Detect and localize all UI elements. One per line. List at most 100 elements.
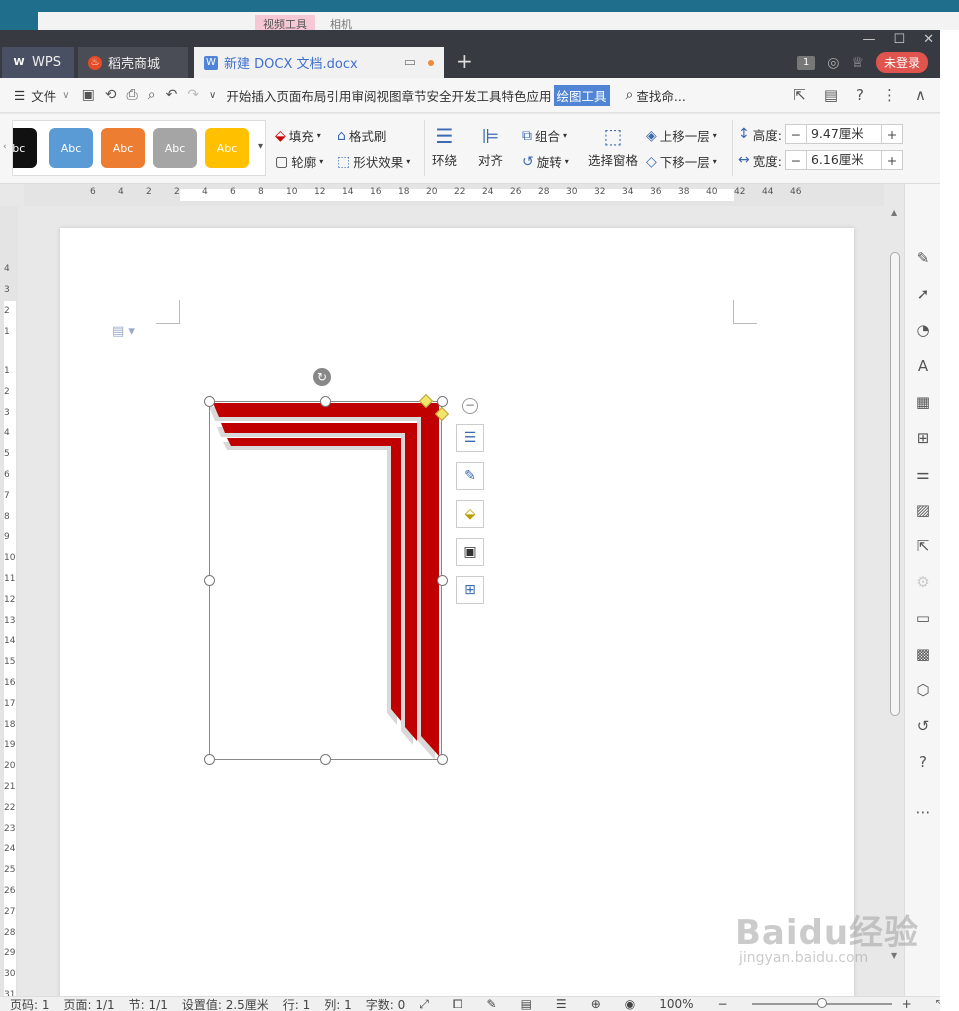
zoom-slider-thumb[interactable] bbox=[816, 998, 827, 1008]
width-input[interactable]: 6.16厘米 bbox=[805, 151, 882, 169]
horizontal-ruler[interactable]: 6 4 2 2 4 6 8 10 12 14 16 18 20 22 24 26 28 30 32 34 36 38 40 4… bbox=[24, 184, 884, 206]
outline-button[interactable]: ▢ 轮廓 ▾ bbox=[275, 152, 323, 171]
more-shape-tools-icon[interactable]: ⊞ bbox=[456, 576, 484, 604]
resize-handle-bottom[interactable] bbox=[320, 754, 331, 765]
minimize-icon[interactable]: — bbox=[862, 32, 875, 47]
fullscreen-icon[interactable]: ⤢ bbox=[419, 997, 429, 1011]
zoom-level[interactable]: 100% bbox=[659, 997, 693, 1011]
rotate-handle-icon[interactable]: ↻ bbox=[313, 368, 331, 386]
archive-icon[interactable]: ▭ bbox=[913, 608, 933, 628]
monitor-icon[interactable]: ▭ bbox=[404, 55, 416, 70]
rotate-button[interactable]: ↺ 旋转 ▾ bbox=[522, 152, 569, 171]
vertical-scrollbar[interactable]: ▲ ▼ bbox=[886, 206, 904, 996]
web-view-icon[interactable]: ⊕ bbox=[591, 997, 601, 1011]
zoom-out-icon[interactable]: − bbox=[718, 997, 728, 1011]
table-icon[interactable]: ▦ bbox=[913, 392, 933, 412]
scroll-up-icon[interactable]: ▲ bbox=[891, 208, 897, 217]
new-tab-button[interactable]: + bbox=[456, 49, 473, 73]
picture-icon[interactable]: ▩ bbox=[913, 644, 933, 664]
collapse-toolbar-icon[interactable]: − bbox=[462, 398, 478, 414]
menu-item-home[interactable]: 开始 bbox=[226, 85, 251, 106]
resize-handle-top[interactable] bbox=[320, 396, 331, 407]
print-preview-icon[interactable]: ⌕ bbox=[148, 87, 156, 103]
command-search[interactable]: ⌕ 查找命... bbox=[626, 86, 686, 105]
outline-view-icon[interactable]: ☰ bbox=[556, 997, 567, 1011]
menu-item-page-layout[interactable]: 页面布局 bbox=[276, 85, 326, 106]
page-view-icon[interactable]: ▤ bbox=[521, 997, 532, 1011]
pen-icon[interactable]: ✎ bbox=[456, 462, 484, 490]
pen-icon[interactable]: ✎ bbox=[913, 248, 933, 268]
shape-style-gold[interactable]: Abc bbox=[205, 128, 249, 168]
resize-handle-bottom-right[interactable] bbox=[437, 754, 448, 765]
redo-icon[interactable]: ↷ bbox=[187, 87, 199, 103]
fit-page-icon[interactable]: ⤡ bbox=[936, 997, 940, 1011]
paragraph-layout-icon[interactable]: ▤ ▾ bbox=[112, 324, 135, 339]
layout-options-icon[interactable]: ☰ bbox=[456, 424, 484, 452]
history-icon[interactable]: ↺ bbox=[913, 716, 933, 736]
wrap-button[interactable]: ☰ 环绕 bbox=[432, 124, 457, 169]
resize-handle-top-left[interactable] bbox=[204, 396, 215, 407]
more-icon[interactable]: ⋮ bbox=[882, 86, 897, 104]
file-menu[interactable]: ☰ 文件 ∨ bbox=[14, 86, 70, 105]
fill-button[interactable]: ⬙ 填充 ▾ bbox=[275, 126, 321, 145]
scrollbar-thumb[interactable] bbox=[890, 252, 900, 716]
shapes-icon[interactable]: ◔ bbox=[913, 320, 933, 340]
menu-item-chapter[interactable]: 章节 bbox=[401, 85, 426, 106]
height-decrease-button[interactable]: − bbox=[786, 127, 806, 142]
apps-grid-icon[interactable]: ⊞ bbox=[913, 428, 933, 448]
status-word-count[interactable]: 字数: 0 bbox=[366, 997, 406, 1011]
height-input[interactable]: 9.47厘米 bbox=[805, 125, 882, 143]
shape-style-black[interactable]: Abc bbox=[13, 128, 37, 168]
collapse-ribbon-icon[interactable]: ∧ bbox=[915, 86, 926, 104]
document-page[interactable]: ▤ ▾ ↻ − ☰ ✎ ⬙ ▣ ⊞ bbox=[60, 228, 854, 996]
shape-style-gray[interactable]: Abc bbox=[153, 128, 197, 168]
status-setting[interactable]: 设置值: 2.5厘米 bbox=[182, 997, 269, 1011]
height-increase-button[interactable]: + bbox=[882, 127, 902, 142]
vertical-ruler[interactable]: 4 3 2 1 1 2 3 4 5 6 7 8 9 10 11 12 13 14 15 16 17 18 19 20 21 22 2… bbox=[0, 206, 18, 1000]
fill-bucket-icon[interactable]: ⬙ bbox=[456, 500, 484, 528]
menu-item-developer[interactable]: 开发工具 bbox=[452, 85, 502, 106]
width-decrease-button[interactable]: − bbox=[786, 153, 806, 168]
shirt-icon[interactable]: ♕ bbox=[851, 55, 864, 71]
send-backward-button[interactable]: ◇ 下移一层 ▾ bbox=[646, 152, 717, 171]
shape-effect-button[interactable]: ⬚ 形状效果 ▾ bbox=[337, 152, 410, 171]
status-section[interactable]: 节: 1/1 bbox=[129, 997, 168, 1011]
menu-item-special-apps[interactable]: 特色应用 bbox=[502, 85, 552, 106]
status-page-number[interactable]: 页码: 1 bbox=[10, 997, 50, 1011]
save-icon[interactable]: ▣ bbox=[82, 87, 95, 103]
align-button[interactable]: ⊫ 对齐 bbox=[478, 124, 503, 169]
menu-item-drawing-tools[interactable]: 绘图工具 bbox=[553, 84, 610, 106]
shape-style-orange[interactable]: Abc bbox=[101, 128, 145, 168]
help-icon[interactable]: ? bbox=[856, 86, 864, 104]
write-mode-icon[interactable]: ✎ bbox=[487, 997, 497, 1011]
adjust-icon[interactable]: ⚌ bbox=[913, 464, 933, 484]
text-style-icon[interactable]: A bbox=[913, 356, 933, 376]
tab-wps[interactable]: W WPS bbox=[2, 47, 74, 78]
tab-document[interactable]: W 新建 DOCX 文档.docx ▭ bbox=[194, 47, 444, 78]
help-icon[interactable]: ? bbox=[913, 752, 933, 772]
skin-icon[interactable]: ◎ bbox=[827, 55, 839, 71]
status-pages[interactable]: 页面: 1/1 bbox=[64, 997, 115, 1011]
menu-item-insert[interactable]: 插入 bbox=[251, 85, 276, 106]
undo-icon[interactable]: ↶ bbox=[166, 87, 178, 103]
quick-access-more-icon[interactable]: ∨ bbox=[209, 90, 216, 101]
shield-icon[interactable]: ⬡ bbox=[913, 680, 933, 700]
menu-item-security[interactable]: 安全 bbox=[426, 85, 451, 106]
eye-protection-icon[interactable]: ◉ bbox=[625, 997, 635, 1011]
width-increase-button[interactable]: + bbox=[882, 153, 902, 168]
group-button[interactable]: ⧉ 组合 ▾ bbox=[522, 126, 567, 145]
resize-handle-top-right[interactable] bbox=[437, 396, 448, 407]
resize-handle-left[interactable] bbox=[204, 575, 215, 586]
tab-daoke-store[interactable]: ♨ 稻壳商城 bbox=[78, 47, 188, 78]
read-mode-icon[interactable]: ⧠ bbox=[453, 997, 463, 1011]
zoom-slider[interactable] bbox=[751, 998, 892, 1008]
menu-item-view[interactable]: 视图 bbox=[376, 85, 401, 106]
share-icon[interactable]: ⇱ bbox=[913, 536, 933, 556]
export-icon[interactable]: ⟲ bbox=[105, 87, 117, 103]
zoom-in-icon[interactable]: + bbox=[902, 997, 912, 1011]
more-icon[interactable]: ⋯ bbox=[913, 802, 933, 822]
menu-item-references[interactable]: 引用 bbox=[326, 85, 351, 106]
outline-icon[interactable]: ▣ bbox=[456, 538, 484, 566]
selection-pane-button[interactable]: ⬚ 选择窗格 bbox=[588, 124, 638, 169]
bring-forward-button[interactable]: ◈ 上移一层 ▾ bbox=[646, 126, 717, 145]
